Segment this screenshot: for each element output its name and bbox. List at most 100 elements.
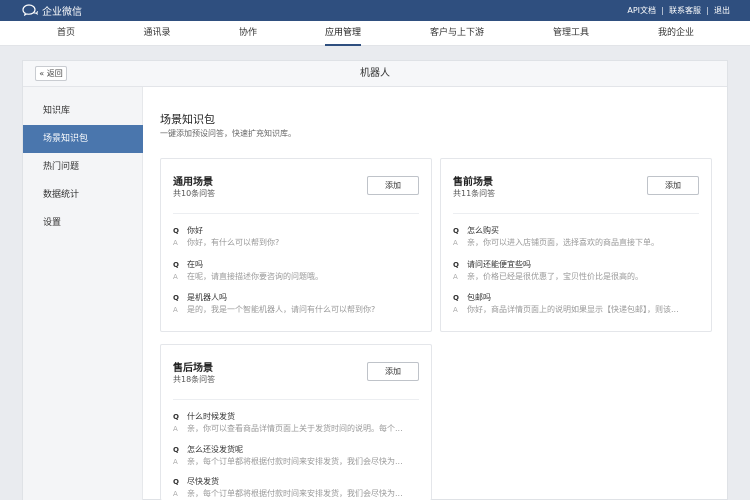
nav-home[interactable]: 首页 xyxy=(57,21,75,46)
add-button[interactable]: 添加 xyxy=(647,176,699,195)
sidebar-item-statistics[interactable]: 数据统计 xyxy=(23,181,143,209)
scene-card-general: 通用场景 共10条问答 添加 Q 你好 A 你好，有什么可以帮到你? Q 在吗 A 在呢… xyxy=(160,158,432,332)
scene-card-presale: 售前场景 共11条问答 添加 Q 怎么购买 A 亲，你可以进入店铺页面，选择喜欢的商… xyxy=(440,158,712,332)
card-title: 售后场景 xyxy=(173,363,213,374)
answer-text: 亲，每个订单都将根据付款时间来安排发货，我们会尽快为... xyxy=(187,489,403,498)
contact-support-link[interactable]: 联系客服 xyxy=(669,5,701,16)
question-tag: Q xyxy=(453,294,459,302)
qa-item: Q 请问还能便宜些吗 A 亲，价格已经是很优惠了，宝贝性价比是很高的。 xyxy=(453,259,699,285)
card-count: 共10条问答 xyxy=(173,189,216,198)
question-text: 是机器人吗 xyxy=(187,293,227,302)
divider xyxy=(173,399,419,400)
nav-customers[interactable]: 客户与上下游 xyxy=(430,21,484,46)
question: Q 怎么购买 xyxy=(453,225,699,237)
question-tag: Q xyxy=(173,413,179,421)
divider xyxy=(662,6,663,15)
card-count: 共11条问答 xyxy=(453,189,496,198)
back-button[interactable]: « 返回 xyxy=(35,66,67,81)
answer: A 你好，商品详情页面上的说明如果显示【快递包邮】，则该... xyxy=(453,304,699,316)
question: Q 在吗 xyxy=(173,259,419,271)
answer-text: 亲，价格已经是很优惠了，宝贝性价比是很高的。 xyxy=(467,272,643,281)
nav-app-management[interactable]: 应用管理 xyxy=(324,21,362,46)
answer-tag: A xyxy=(173,239,178,247)
main-nav: 首页 通讯录 协作 应用管理 客户与上下游 管理工具 我的企业 xyxy=(0,21,750,46)
answer-text: 你好，商品详情页面上的说明如果显示【快递包邮】，则该... xyxy=(467,305,679,314)
answer-text: 亲，每个订单都将根据付款时间来安排发货，我们会尽快为... xyxy=(187,457,403,466)
top-links: API文档 联系客服 退出 xyxy=(627,0,730,21)
answer-text: 亲，你可以进入店铺页面，选择喜欢的商品直接下单。 xyxy=(467,238,659,247)
qa-item: Q 在吗 A 在呢，请直接描述你要咨询的问题哦。 xyxy=(173,259,419,285)
answer-tag: A xyxy=(173,458,178,466)
answer: A 亲，你可以查看商品详情页面上关于发货时间的说明。每个... xyxy=(173,423,419,435)
question: Q 请问还能便宜些吗 xyxy=(453,259,699,271)
question-tag: Q xyxy=(453,227,459,235)
question-text: 怎么还没发货呢 xyxy=(187,445,243,454)
answer: A 亲，每个订单都将根据付款时间来安排发货，我们会尽快为... xyxy=(173,456,419,468)
question-text: 在吗 xyxy=(187,260,203,269)
question-text: 尽快发货 xyxy=(187,477,219,486)
answer-text: 是的，我是一个智能机器人，请问有什么可以帮到你? xyxy=(187,305,376,314)
question-tag: Q xyxy=(453,261,459,269)
question-text: 包邮吗 xyxy=(467,293,491,302)
api-docs-link[interactable]: API文档 xyxy=(627,5,656,16)
sidebar-item-scene-packs[interactable]: 场景知识包 xyxy=(23,125,143,153)
section-title: 场景知识包 xyxy=(160,113,215,126)
robot-panel: « 返回 机器人 知识库 场景知识包 热门问题 数据统计 设置 场景知识包 一键… xyxy=(22,60,728,500)
card-title: 通用场景 xyxy=(173,177,213,188)
question-tag: Q xyxy=(173,261,179,269)
answer-tag: A xyxy=(173,490,178,498)
nav-admin-tools[interactable]: 管理工具 xyxy=(553,21,589,46)
question: Q 怎么还没发货呢 xyxy=(173,444,419,456)
answer: A 你好，有什么可以帮到你? xyxy=(173,237,419,249)
nav-collaboration[interactable]: 协作 xyxy=(239,21,257,46)
question-text: 你好 xyxy=(187,226,203,235)
divider xyxy=(707,6,708,15)
qa-item: Q 你好 A 你好，有什么可以帮到你? xyxy=(173,225,419,251)
nav-contacts[interactable]: 通讯录 xyxy=(143,21,170,46)
question-text: 怎么购买 xyxy=(467,226,499,235)
question: Q 尽快发货 xyxy=(173,476,419,488)
nav-my-company[interactable]: 我的企业 xyxy=(658,21,694,46)
divider xyxy=(173,213,419,214)
question: Q 包邮吗 xyxy=(453,292,699,304)
question: Q 你好 xyxy=(173,225,419,237)
page-title: 机器人 xyxy=(360,68,390,79)
qa-item: Q 什么时候发货 A 亲，你可以查看商品详情页面上关于发货时间的说明。每个... xyxy=(173,411,419,437)
question-text: 请问还能便宜些吗 xyxy=(467,260,531,269)
answer-text: 你好，有什么可以帮到你? xyxy=(187,238,280,247)
answer: A 是的，我是一个智能机器人，请问有什么可以帮到你? xyxy=(173,304,419,316)
top-bar: 企业微信 API文档 联系客服 退出 xyxy=(0,0,750,21)
answer-tag: A xyxy=(173,306,178,314)
answer-tag: A xyxy=(453,239,458,247)
answer: A 亲，价格已经是很优惠了，宝贝性价比是很高的。 xyxy=(453,271,699,283)
sidebar-item-knowledge-base[interactable]: 知识库 xyxy=(23,97,143,125)
card-count: 共18条问答 xyxy=(173,375,216,384)
answer: A 亲，你可以进入店铺页面，选择喜欢的商品直接下单。 xyxy=(453,237,699,249)
qa-item: Q 尽快发货 A 亲，每个订单都将根据付款时间来安排发货，我们会尽快为... xyxy=(173,476,419,500)
answer-tag: A xyxy=(173,425,178,433)
brand[interactable]: 企业微信 xyxy=(22,3,82,18)
answer-tag: A xyxy=(453,273,458,281)
chat-bubble-icon xyxy=(22,4,38,17)
answer-text: 在呢，请直接描述你要咨询的问题哦。 xyxy=(187,272,323,281)
qa-item: Q 怎么购买 A 亲，你可以进入店铺页面，选择喜欢的商品直接下单。 xyxy=(453,225,699,251)
answer-tag: A xyxy=(173,273,178,281)
panel-header: « 返回 机器人 xyxy=(23,61,727,87)
sidebar-item-hot-questions[interactable]: 热门问题 xyxy=(23,153,143,181)
logout-link[interactable]: 退出 xyxy=(714,5,730,16)
question-tag: Q xyxy=(173,294,179,302)
divider xyxy=(453,213,699,214)
question: Q 什么时候发货 xyxy=(173,411,419,423)
add-button[interactable]: 添加 xyxy=(367,362,419,381)
scene-card-aftersale: 售后场景 共18条问答 添加 Q 什么时候发货 A 亲，你可以查看商品详情页面上关于… xyxy=(160,344,432,500)
answer: A 在呢，请直接描述你要咨询的问题哦。 xyxy=(173,271,419,283)
question-tag: Q xyxy=(173,446,179,454)
qa-item: Q 包邮吗 A 你好，商品详情页面上的说明如果显示【快递包邮】，则该... xyxy=(453,292,699,318)
answer-text: 亲，你可以查看商品详情页面上关于发货时间的说明。每个... xyxy=(187,424,403,433)
answer: A 亲，每个订单都将根据付款时间来安排发货，我们会尽快为... xyxy=(173,488,419,500)
sidebar-item-settings[interactable]: 设置 xyxy=(23,209,143,237)
section-subtitle: 一键添加预设问答，快速扩充知识库。 xyxy=(160,129,296,138)
question-text: 什么时候发货 xyxy=(187,412,235,421)
add-button[interactable]: 添加 xyxy=(367,176,419,195)
answer-tag: A xyxy=(453,306,458,314)
